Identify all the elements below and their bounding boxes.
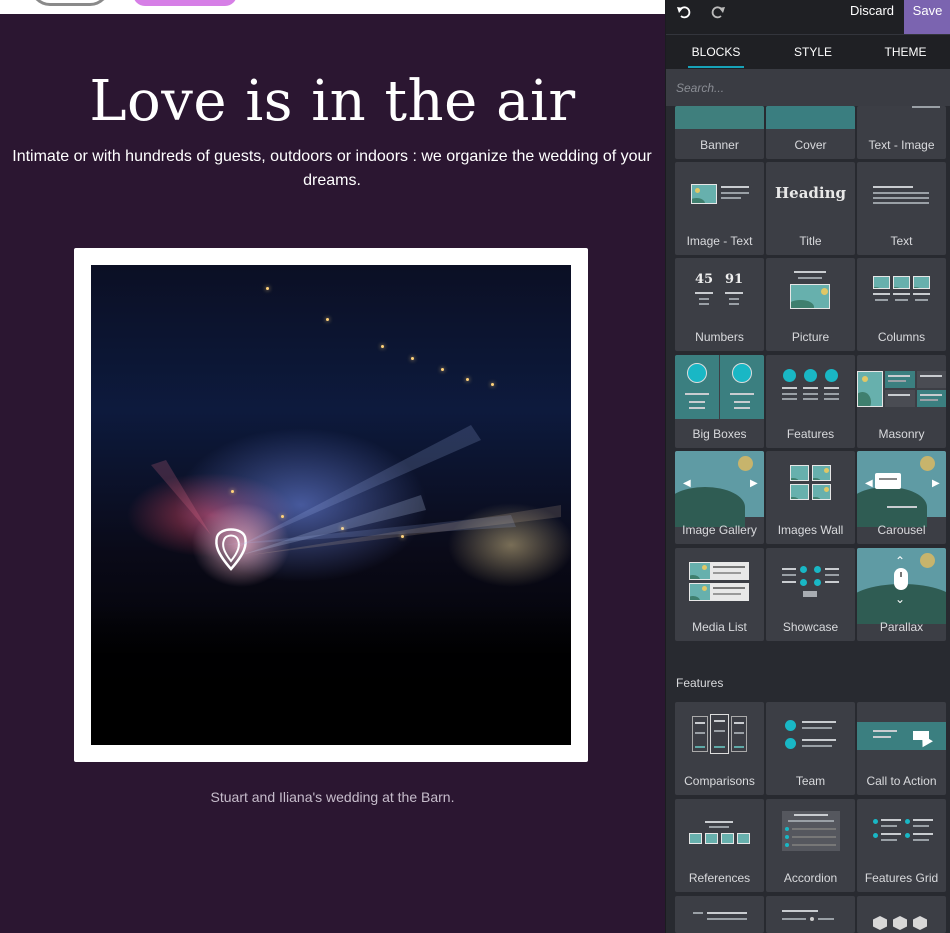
block-label: Accordion: [783, 871, 838, 885]
block-showcase[interactable]: Showcase: [766, 548, 855, 641]
block-label: Text: [890, 234, 913, 248]
website-preview: Love is in the air Intimate or with hund…: [0, 0, 665, 933]
block-image-gallery[interactable]: ◀ ▶ Image Gallery: [675, 451, 764, 544]
photo-caption: Stuart and Iliana's wedding at the Barn.: [210, 789, 455, 805]
block-label: Features: [786, 427, 835, 441]
block-team[interactable]: Team: [766, 702, 855, 795]
block-partial-2[interactable]: [766, 896, 855, 933]
editor-panel: Discard Save BLOCKS STYLE THEME Banner C…: [665, 0, 950, 933]
block-label: Image Gallery: [682, 523, 757, 537]
redo-icon[interactable]: [706, 2, 730, 26]
block-label: Call to Action: [866, 774, 937, 788]
block-call-to-action[interactable]: Call to Action: [857, 702, 946, 795]
block-big-boxes[interactable]: Big Boxes: [675, 355, 764, 448]
logo-icon: [30, 0, 110, 6]
chevron-down-icon: ⌄: [895, 592, 906, 606]
concert-photo[interactable]: [91, 265, 571, 745]
block-label: Text - Image: [868, 138, 935, 152]
block-numbers[interactable]: 45 91 Numbers: [675, 258, 764, 351]
block-title[interactable]: Heading Title: [766, 162, 855, 255]
block-banner[interactable]: Banner: [675, 106, 764, 159]
block-label: Showcase: [782, 620, 839, 634]
chevron-right-icon: ▶: [750, 478, 758, 489]
block-partial-1[interactable]: [675, 896, 764, 933]
block-label: Masonry: [878, 427, 925, 441]
block-accordion[interactable]: Accordion: [766, 799, 855, 892]
block-parallax[interactable]: ⌃ ⌄ Parallax: [857, 548, 946, 641]
block-label: Big Boxes: [692, 427, 747, 441]
undo-icon[interactable]: [672, 2, 696, 26]
chevron-up-icon: ⌃: [895, 554, 906, 568]
block-text[interactable]: Text: [857, 162, 946, 255]
block-picture[interactable]: Picture: [766, 258, 855, 351]
block-label: Images Wall: [777, 523, 844, 537]
block-label: Numbers: [695, 330, 744, 344]
block-label: Title: [799, 234, 822, 248]
block-label: Cover: [794, 138, 827, 152]
header-cta-button[interactable]: [133, 0, 237, 6]
block-label: Team: [795, 774, 826, 788]
panel-tabs: BLOCKS STYLE THEME: [666, 34, 950, 69]
header-strip: [0, 0, 665, 14]
photo-frame: [74, 248, 588, 762]
crowd-silhouette: [91, 605, 571, 745]
block-label: Picture: [791, 330, 830, 344]
tab-blocks[interactable]: BLOCKS: [666, 35, 766, 69]
block-features[interactable]: Features: [766, 355, 855, 448]
chevron-left-icon: ◀: [865, 478, 873, 489]
block-masonry[interactable]: Masonry: [857, 355, 946, 448]
block-features-grid[interactable]: Features Grid: [857, 799, 946, 892]
block-search: [666, 69, 950, 106]
chevron-right-icon: ▶: [932, 478, 940, 489]
block-label: Carousel: [877, 523, 926, 537]
editor-toolbar: Discard Save: [666, 0, 950, 34]
block-carousel[interactable]: ◀ ▶ Carousel: [857, 451, 946, 544]
block-label: Features Grid: [864, 871, 939, 885]
block-comparisons[interactable]: Comparisons: [675, 702, 764, 795]
block-label: Comparisons: [684, 774, 755, 788]
hero-subtitle: Intimate or with hundreds of guests, out…: [12, 148, 652, 189]
block-label: Columns: [877, 330, 926, 344]
block-label: Media List: [692, 620, 747, 634]
block-label: Parallax: [879, 620, 924, 634]
search-input[interactable]: [666, 69, 950, 106]
block-label: Banner: [700, 138, 739, 152]
block-label: Image - Text: [686, 234, 753, 248]
block-text-image[interactable]: Text - Image: [857, 106, 946, 159]
heading-thumb-text: Heading: [774, 184, 846, 202]
chevron-left-icon: ◀: [683, 478, 691, 489]
features-section-title: Features: [676, 676, 724, 690]
block-partial-3[interactable]: [857, 896, 946, 933]
block-cover[interactable]: Cover: [766, 106, 855, 159]
block-references[interactable]: References: [675, 799, 764, 892]
discard-button[interactable]: Discard: [841, 0, 903, 22]
block-images-wall[interactable]: Images Wall: [766, 451, 855, 544]
active-tab-indicator: [688, 66, 744, 68]
tab-style[interactable]: STYLE: [766, 35, 860, 69]
block-columns[interactable]: Columns: [857, 258, 946, 351]
save-button[interactable]: Save: [904, 0, 950, 34]
block-label: References: [688, 871, 751, 885]
hero-title: Love is in the air: [89, 69, 576, 134]
block-image-text[interactable]: Image - Text: [675, 162, 764, 255]
block-media-list[interactable]: Media List: [675, 548, 764, 641]
tab-theme[interactable]: THEME: [860, 35, 950, 69]
